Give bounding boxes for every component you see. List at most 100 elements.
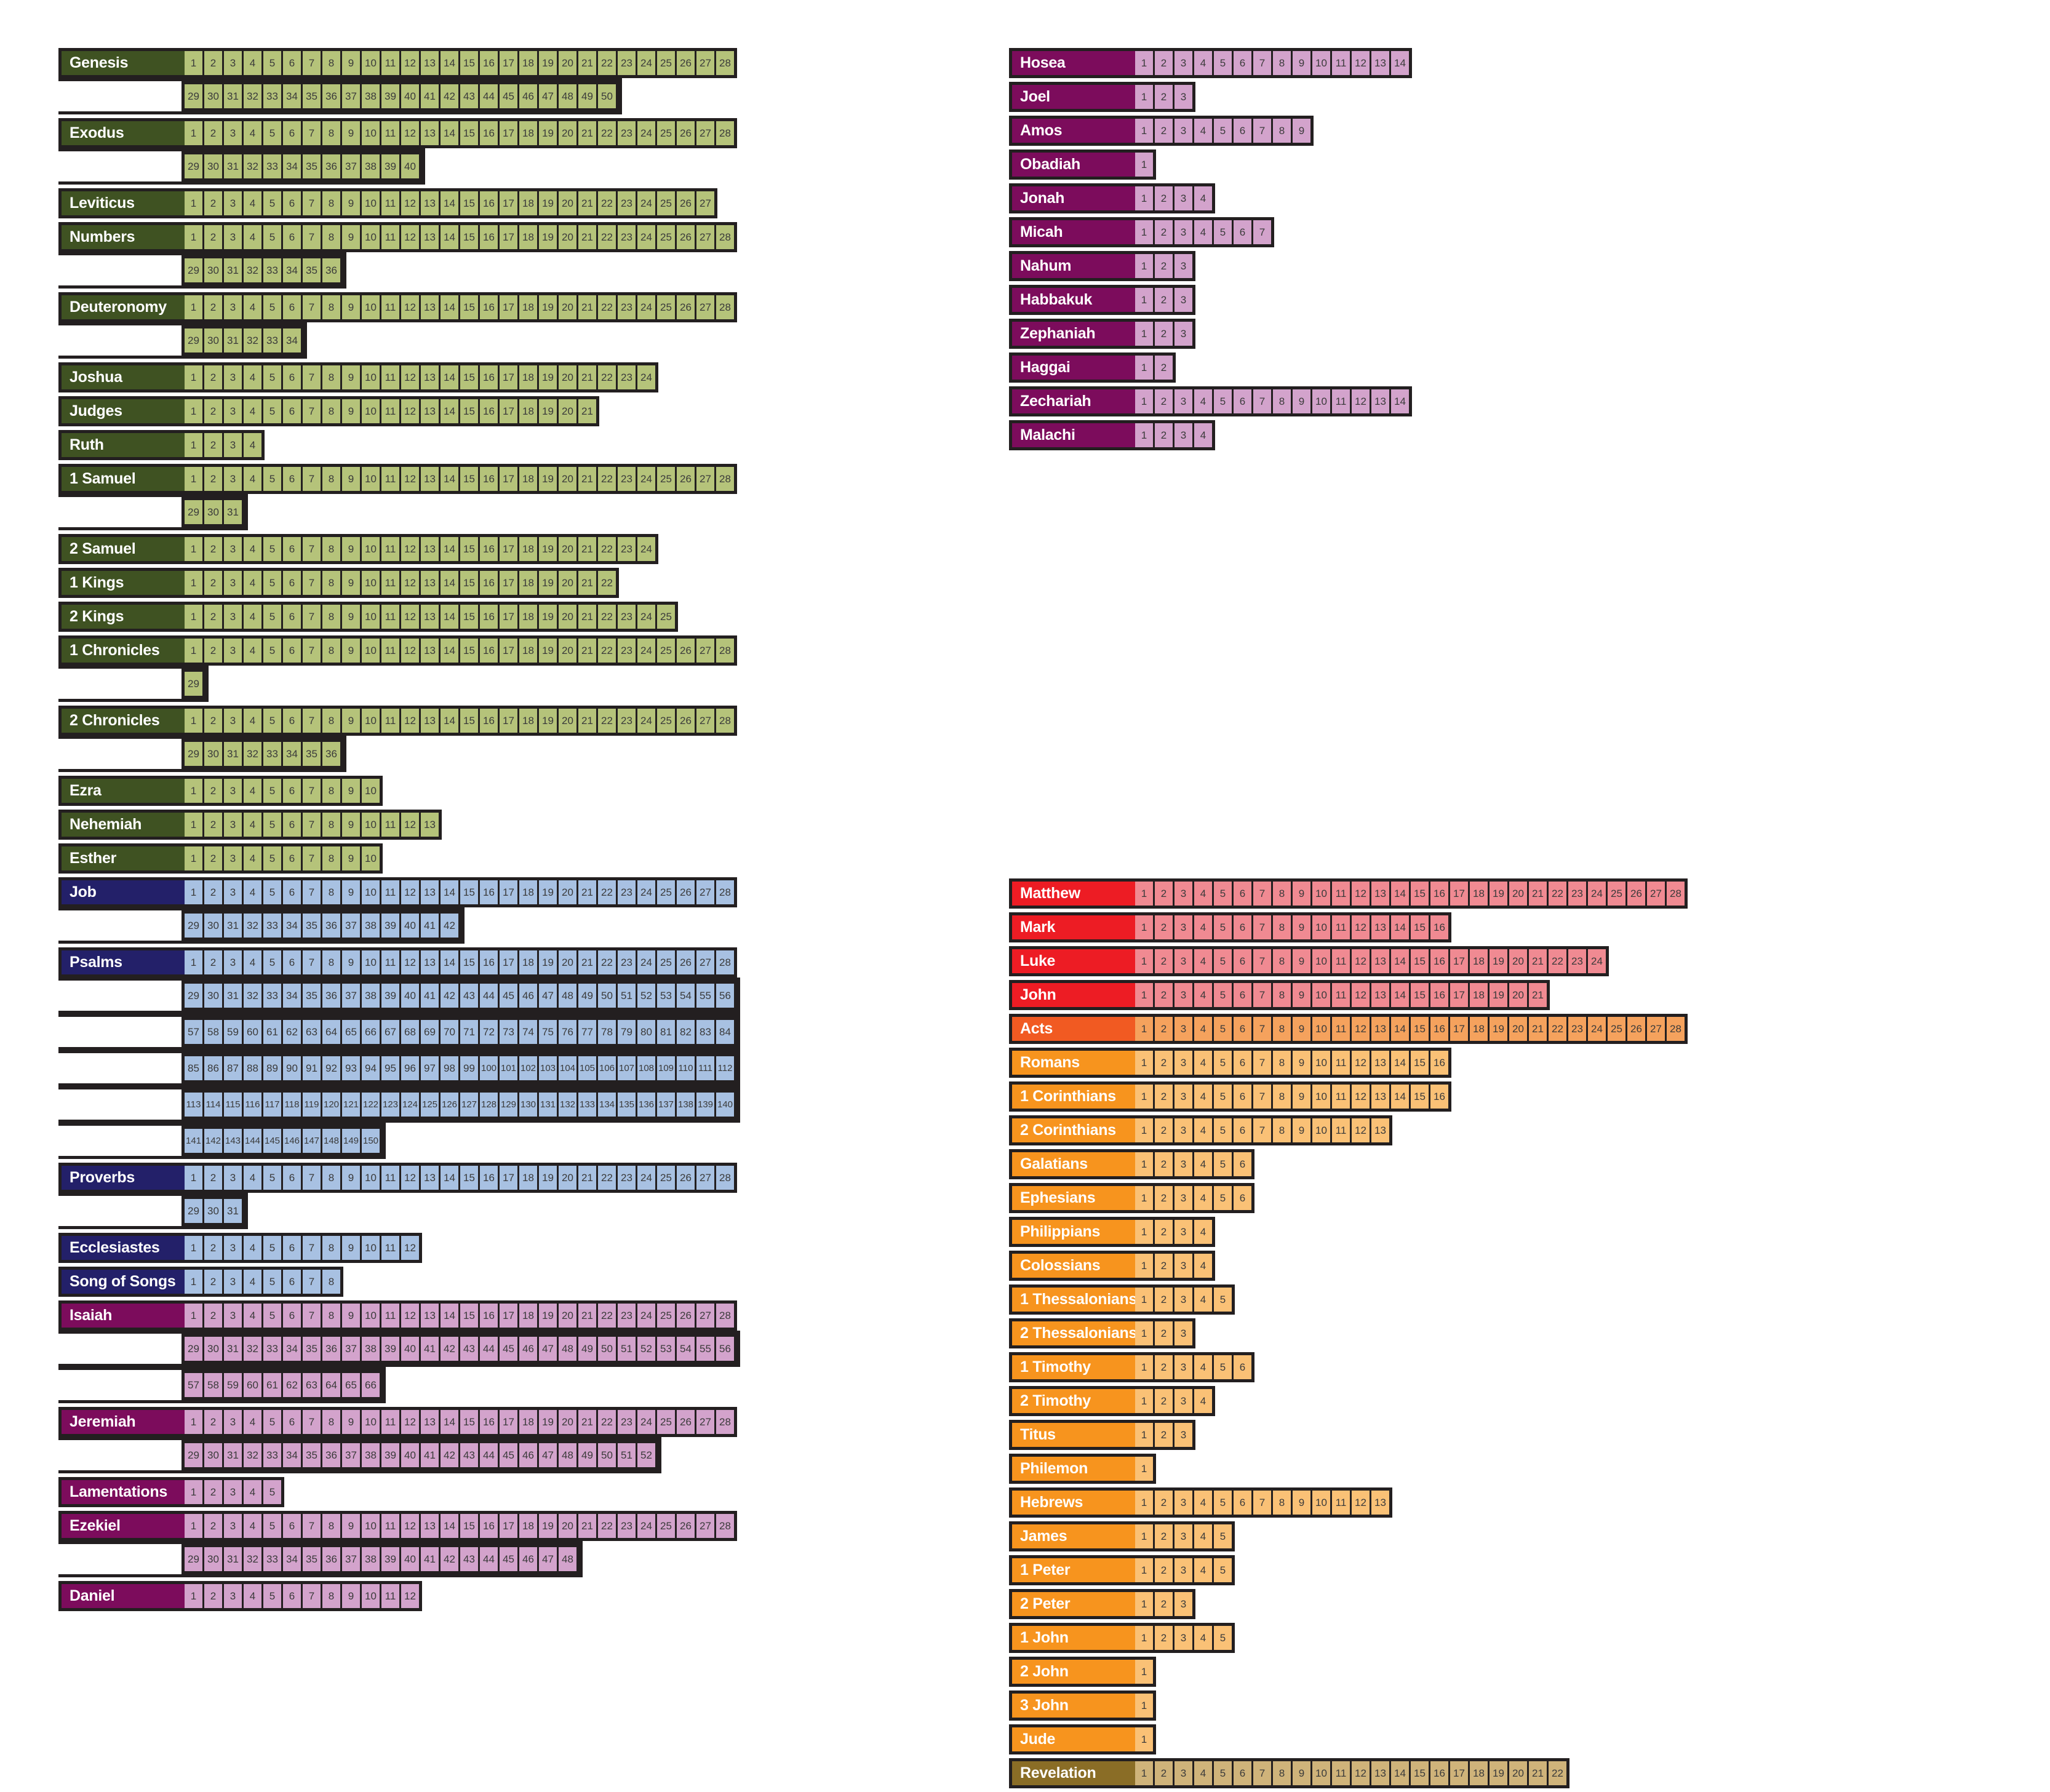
chapter-cell[interactable]: 38 <box>362 914 380 938</box>
chapter-cell[interactable]: 4 <box>244 1584 261 1608</box>
chapter-cell[interactable]: 1 <box>1135 1660 1153 1684</box>
chapter-cell[interactable]: 16 <box>480 1410 498 1434</box>
chapter-cell[interactable]: 78 <box>598 1020 616 1044</box>
chapter-cell[interactable]: 10 <box>362 399 380 423</box>
chapter-cell[interactable]: 20 <box>559 51 576 75</box>
chapter-cell[interactable]: 60 <box>244 1373 261 1397</box>
chapter-cell[interactable]: 6 <box>283 537 301 561</box>
chapter-cell[interactable]: 23 <box>618 121 636 145</box>
chapter-cell[interactable]: 17 <box>500 1410 517 1434</box>
chapter-cell[interactable]: 12 <box>401 467 419 491</box>
chapter-cell[interactable]: 2 <box>1155 186 1173 210</box>
chapter-cell[interactable]: 14 <box>441 571 458 595</box>
chapter-cell[interactable]: 21 <box>1529 1761 1547 1785</box>
chapter-cell[interactable]: 14 <box>1391 51 1409 75</box>
chapter-cell[interactable]: 143 <box>224 1129 242 1153</box>
chapter-cell[interactable]: 92 <box>322 1056 340 1080</box>
chapter-cell[interactable]: 91 <box>303 1056 321 1080</box>
book-name-label[interactable]: Galatians <box>1012 1152 1135 1176</box>
chapter-cell[interactable]: 3 <box>1175 1321 1192 1345</box>
chapter-cell[interactable]: 17 <box>1450 882 1468 906</box>
chapter-cell[interactable]: 50 <box>598 1337 616 1361</box>
chapter-cell[interactable]: 4 <box>1194 1118 1212 1142</box>
chapter-cell[interactable]: 14 <box>441 51 458 75</box>
chapter-cell[interactable]: 14 <box>1391 882 1409 906</box>
chapter-cell[interactable]: 33 <box>263 154 281 178</box>
chapter-cell[interactable]: 30 <box>204 1199 222 1223</box>
chapter-cell[interactable]: 6 <box>283 365 301 389</box>
chapter-cell[interactable]: 18 <box>519 639 537 663</box>
chapter-cell[interactable]: 23 <box>618 639 636 663</box>
chapter-cell[interactable]: 6 <box>1234 1761 1251 1785</box>
chapter-cell[interactable]: 8 <box>322 1166 340 1190</box>
chapter-cell[interactable]: 26 <box>677 709 695 733</box>
chapter-cell[interactable]: 33 <box>263 84 281 108</box>
chapter-cell[interactable]: 9 <box>1293 389 1310 413</box>
chapter-cell[interactable]: 54 <box>677 984 695 1008</box>
chapter-cell[interactable]: 22 <box>598 51 616 75</box>
chapter-cell[interactable]: 1 <box>1135 1626 1153 1650</box>
chapter-cell[interactable]: 3 <box>224 950 242 974</box>
chapter-cell[interactable]: 122 <box>362 1093 380 1117</box>
chapter-cell[interactable]: 22 <box>598 295 616 319</box>
chapter-cell[interactable]: 3 <box>224 121 242 145</box>
chapter-cell[interactable]: 3 <box>224 813 242 837</box>
chapter-cell[interactable]: 8 <box>1273 1051 1291 1075</box>
chapter-cell[interactable]: 4 <box>244 121 261 145</box>
chapter-cell[interactable]: 33 <box>263 329 281 352</box>
chapter-cell[interactable]: 7 <box>303 571 321 595</box>
chapter-cell[interactable]: 12 <box>401 537 419 561</box>
book-name-label[interactable]: Hebrews <box>1012 1491 1135 1515</box>
chapter-cell[interactable]: 13 <box>421 571 439 595</box>
chapter-cell[interactable]: 2 <box>204 225 222 249</box>
chapter-cell[interactable]: 51 <box>618 1443 636 1467</box>
chapter-cell[interactable]: 23 <box>618 950 636 974</box>
chapter-cell[interactable]: 22 <box>598 537 616 561</box>
chapter-cell[interactable]: 21 <box>578 537 596 561</box>
chapter-cell[interactable]: 24 <box>637 295 655 319</box>
chapter-cell[interactable]: 139 <box>696 1093 714 1117</box>
chapter-cell[interactable]: 6 <box>283 880 301 904</box>
chapter-cell[interactable]: 30 <box>204 914 222 938</box>
chapter-cell[interactable]: 1 <box>1135 1457 1153 1481</box>
chapter-cell[interactable]: 12 <box>1352 1491 1370 1515</box>
chapter-cell[interactable]: 67 <box>381 1020 399 1044</box>
chapter-cell[interactable]: 9 <box>342 846 360 870</box>
chapter-cell[interactable]: 86 <box>204 1056 222 1080</box>
chapter-cell[interactable]: 11 <box>381 365 399 389</box>
chapter-cell[interactable]: 4 <box>244 399 261 423</box>
chapter-cell[interactable]: 28 <box>716 121 734 145</box>
chapter-cell[interactable]: 19 <box>539 467 557 491</box>
chapter-cell[interactable]: 3 <box>1175 949 1192 973</box>
chapter-cell[interactable]: 4 <box>244 709 261 733</box>
chapter-cell[interactable]: 15 <box>1411 983 1429 1007</box>
chapter-cell[interactable]: 17 <box>500 1514 517 1538</box>
chapter-cell[interactable]: 13 <box>421 225 439 249</box>
chapter-cell[interactable]: 7 <box>1253 220 1271 244</box>
chapter-cell[interactable]: 1 <box>185 1584 202 1608</box>
chapter-cell[interactable]: 21 <box>578 295 596 319</box>
chapter-cell[interactable]: 100 <box>480 1056 498 1080</box>
chapter-cell[interactable]: 1 <box>1135 254 1153 278</box>
chapter-cell[interactable]: 30 <box>204 1547 222 1571</box>
chapter-cell[interactable]: 16 <box>480 571 498 595</box>
chapter-cell[interactable]: 18 <box>519 1514 537 1538</box>
chapter-cell[interactable]: 33 <box>263 742 281 766</box>
chapter-cell[interactable]: 20 <box>559 1166 576 1190</box>
chapter-cell[interactable]: 5 <box>263 1236 281 1260</box>
chapter-cell[interactable]: 16 <box>480 467 498 491</box>
chapter-cell[interactable]: 3 <box>224 225 242 249</box>
book-name-label[interactable]: 2 John <box>1012 1660 1135 1684</box>
chapter-cell[interactable]: 2 <box>1155 423 1173 447</box>
chapter-cell[interactable]: 25 <box>657 225 675 249</box>
chapter-cell[interactable]: 8 <box>322 191 340 215</box>
chapter-cell[interactable]: 5 <box>263 121 281 145</box>
chapter-cell[interactable]: 15 <box>460 191 478 215</box>
chapter-cell[interactable]: 2 <box>204 1480 222 1504</box>
chapter-cell[interactable]: 25 <box>1608 1017 1625 1041</box>
chapter-cell[interactable]: 13 <box>1371 1761 1389 1785</box>
chapter-cell[interactable]: 17 <box>500 51 517 75</box>
chapter-cell[interactable]: 10 <box>1312 1051 1330 1075</box>
chapter-cell[interactable]: 4 <box>244 639 261 663</box>
chapter-cell[interactable]: 28 <box>1667 1017 1685 1041</box>
